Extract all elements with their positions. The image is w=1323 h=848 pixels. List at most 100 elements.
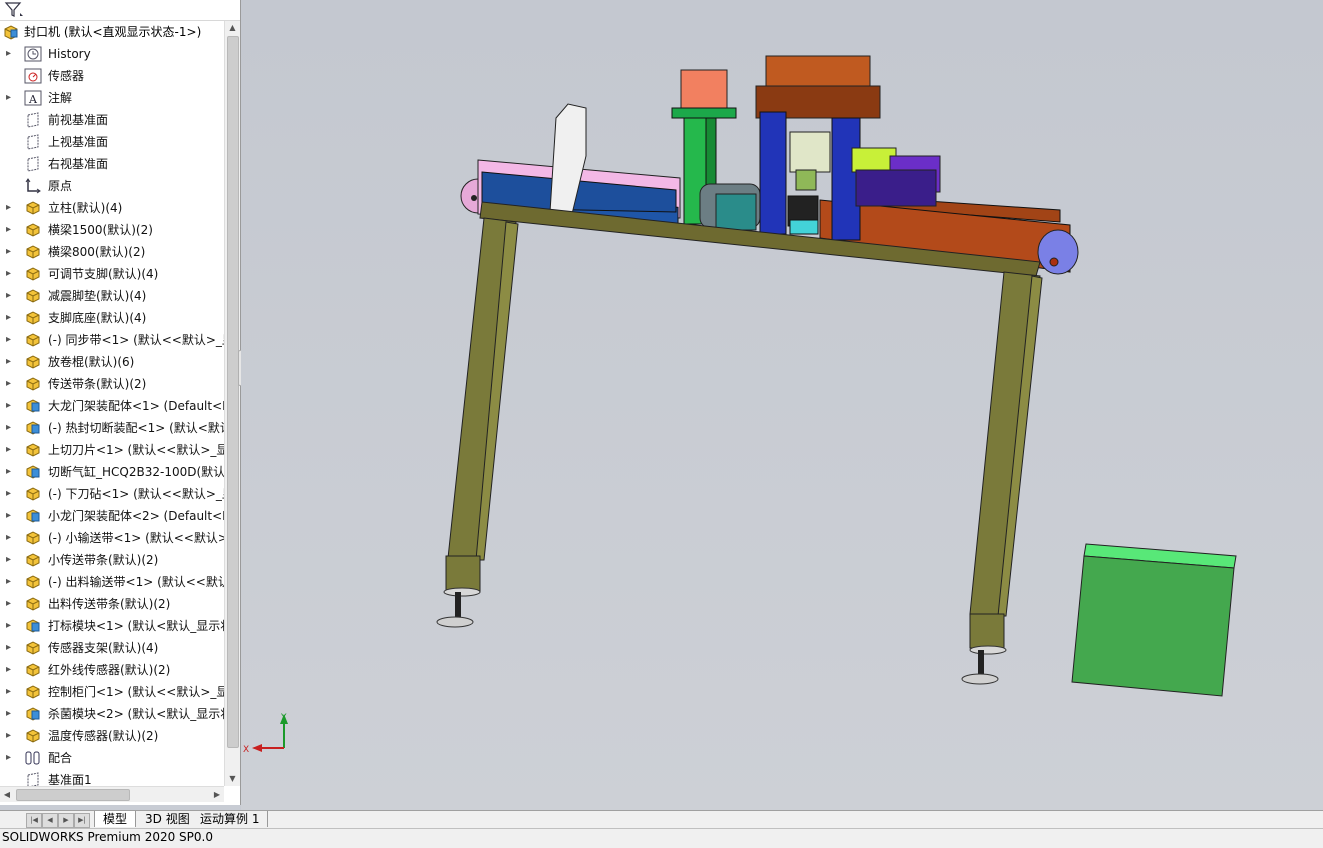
tree-item[interactable]: ▸ 支脚底座(默认)(4) <box>0 307 224 329</box>
assembly-icon <box>2 24 20 40</box>
tree-item[interactable]: 右视基准面 <box>0 153 224 175</box>
tree-item[interactable]: ▸ 出料传送带条(默认)(2) <box>0 593 224 615</box>
expand-arrow-icon[interactable]: ▸ <box>6 329 16 351</box>
tree-item[interactable]: ▸ 温度传感器(默认)(2) <box>0 725 224 747</box>
scroll-left-icon[interactable]: ◀ <box>0 787 14 802</box>
expand-arrow-icon[interactable]: ▸ <box>6 263 16 285</box>
tree-item-label: (-) 出料输送带<1> (默认<<默认 <box>48 575 224 589</box>
scroll-thumb[interactable] <box>227 36 239 748</box>
tab-motion-study[interactable]: 运动算例 1 <box>192 811 269 827</box>
expand-arrow-icon[interactable]: ▸ <box>6 703 16 725</box>
scroll-down-icon[interactable]: ▼ <box>225 772 240 786</box>
tree-item[interactable]: ▸ (-) 出料输送带<1> (默认<<默认 <box>0 571 224 593</box>
tree-item[interactable]: ▸ 传送带条(默认)(2) <box>0 373 224 395</box>
tree-item[interactable]: ▸ 控制柜门<1> (默认<<默认>_显 <box>0 681 224 703</box>
expand-arrow-icon[interactable]: ▸ <box>6 43 16 65</box>
tree-item[interactable]: ▸ (-) 下刀砧<1> (默认<<默认>_显 <box>0 483 224 505</box>
assembly-model[interactable]: Y X <box>241 0 1323 810</box>
tree-item[interactable]: ▸ 切断气缸_HCQ2B32-100D(默认 <box>0 461 224 483</box>
expand-arrow-icon[interactable]: ▸ <box>6 87 16 109</box>
expand-arrow-icon[interactable]: ▸ <box>6 747 16 769</box>
expand-arrow-icon[interactable]: ▸ <box>6 395 16 417</box>
plane-icon <box>24 156 42 172</box>
tree-item[interactable]: ▸ 杀菌模块<2> (默认<默认_显示状 <box>0 703 224 725</box>
last-tab-icon[interactable]: ▶| <box>74 813 90 828</box>
tree-item[interactable]: ▸ 配合 <box>0 747 224 769</box>
tree-item-label: 配合 <box>48 751 73 765</box>
tree-item-label: 大龙门架装配体<1> (Default<D <box>48 399 224 413</box>
filter-icon[interactable] <box>4 1 26 22</box>
tree-item[interactable]: ▸ 减震脚垫(默认)(4) <box>0 285 224 307</box>
expand-arrow-icon[interactable]: ▸ <box>6 373 16 395</box>
expand-arrow-icon[interactable]: ▸ <box>6 593 16 615</box>
tree-item[interactable]: ▸ 可调节支脚(默认)(4) <box>0 263 224 285</box>
expand-arrow-icon[interactable]: ▸ <box>6 461 16 483</box>
tree-item[interactable]: 基准面1 <box>0 769 224 786</box>
vertical-scrollbar[interactable]: ▲ ▼ <box>224 21 240 786</box>
graphics-viewport[interactable]: Y X <box>241 0 1323 810</box>
tree-item[interactable]: ▸ 小龙门架装配体<2> (Default<D <box>0 505 224 527</box>
expand-arrow-icon[interactable]: ▸ <box>6 197 16 219</box>
expand-arrow-icon[interactable]: ▸ <box>6 285 16 307</box>
next-tab-icon[interactable]: ▶ <box>58 813 74 828</box>
tree-item[interactable]: ▸ 横梁1500(默认)(2) <box>0 219 224 241</box>
expand-arrow-icon[interactable]: ▸ <box>6 659 16 681</box>
expand-arrow-icon[interactable]: ▸ <box>6 439 16 461</box>
tree-item[interactable]: ▸ 传感器支架(默认)(4) <box>0 637 224 659</box>
tab-model[interactable]: 模型 <box>94 811 137 827</box>
tree-item[interactable]: ▸ 立柱(默认)(4) <box>0 197 224 219</box>
tree-item[interactable]: ▸ (-) 小输送带<1> (默认<<默认> <box>0 527 224 549</box>
plane-icon <box>24 112 42 128</box>
expand-arrow-icon[interactable]: ▸ <box>6 571 16 593</box>
expand-arrow-icon[interactable]: ▸ <box>6 307 16 329</box>
tree-item-label: 出料传送带条(默认)(2) <box>48 597 171 611</box>
part-icon <box>24 596 42 612</box>
expand-arrow-icon[interactable]: ▸ <box>6 615 16 637</box>
scroll-right-icon[interactable]: ▶ <box>210 787 224 802</box>
expand-arrow-icon[interactable]: ▸ <box>6 351 16 373</box>
tree-item-label: 可调节支脚(默认)(4) <box>48 267 159 281</box>
expand-arrow-icon[interactable]: ▸ <box>6 527 16 549</box>
part-icon <box>24 442 42 458</box>
part-icon <box>24 244 42 260</box>
expand-arrow-icon[interactable]: ▸ <box>6 505 16 527</box>
expand-arrow-icon[interactable]: ▸ <box>6 483 16 505</box>
tree-item[interactable]: ▸ (-) 热封切断装配<1> (默认<默认 <box>0 417 224 439</box>
control-cabinet[interactable] <box>1071 543 1237 697</box>
expand-arrow-icon[interactable]: ▸ <box>6 219 16 241</box>
tree-item-label: History <box>48 47 91 61</box>
horizontal-scrollbar[interactable]: ◀ ▶ <box>0 786 224 802</box>
tree-item-label: 减震脚垫(默认)(4) <box>48 289 147 303</box>
tree-item[interactable]: ▸ 放卷棍(默认)(6) <box>0 351 224 373</box>
tree-item[interactable]: ▸ 横梁800(默认)(2) <box>0 241 224 263</box>
expand-arrow-icon[interactable]: ▸ <box>6 681 16 703</box>
frame-legs[interactable] <box>436 217 1043 685</box>
tree-item[interactable]: ▸ 大龙门架装配体<1> (Default<D <box>0 395 224 417</box>
tree-item[interactable]: 传感器 <box>0 65 224 87</box>
tree-item[interactable]: 上视基准面 <box>0 131 224 153</box>
tree-item[interactable]: 原点 <box>0 175 224 197</box>
expand-arrow-icon[interactable]: ▸ <box>6 549 16 571</box>
tree-item[interactable]: 前视基准面 <box>0 109 224 131</box>
tree-item[interactable]: ▸ A 注解 <box>0 87 224 109</box>
expand-arrow-icon[interactable]: ▸ <box>6 417 16 439</box>
first-tab-icon[interactable]: |◀ <box>26 813 42 828</box>
expand-arrow-icon[interactable]: ▸ <box>6 241 16 263</box>
assembly-icon <box>24 398 42 414</box>
triad-x-label: X <box>243 745 249 755</box>
tree-item[interactable]: ▸ 小传送带条(默认)(2) <box>0 549 224 571</box>
tree-item[interactable]: ▸ 打标模块<1> (默认<默认_显示状 <box>0 615 224 637</box>
tree-item[interactable]: ▸ 红外线传感器(默认)(2) <box>0 659 224 681</box>
expand-arrow-icon[interactable]: ▸ <box>6 637 16 659</box>
tree-item[interactable]: ▸ 上切刀片<1> (默认<<默认>_显 <box>0 439 224 461</box>
expand-arrow-icon[interactable]: ▸ <box>6 725 16 747</box>
scroll-up-icon[interactable]: ▲ <box>225 21 240 35</box>
bottom-tab-bar: |◀ ◀ ▶ ▶| 模型 3D 视图 运动算例 1 <box>0 810 1323 828</box>
tree-item[interactable]: ▸ (-) 同步带<1> (默认<<默认>_显 <box>0 329 224 351</box>
tree-item-label: 温度传感器(默认)(2) <box>48 729 159 743</box>
tree-item-label: 小传送带条(默认)(2) <box>48 553 159 567</box>
tab-3d-view[interactable]: 3D 视图 <box>137 811 199 827</box>
scroll-thumb-h[interactable] <box>16 789 130 801</box>
prev-tab-icon[interactable]: ◀ <box>42 813 58 828</box>
tree-item[interactable]: ▸ History <box>0 43 224 65</box>
